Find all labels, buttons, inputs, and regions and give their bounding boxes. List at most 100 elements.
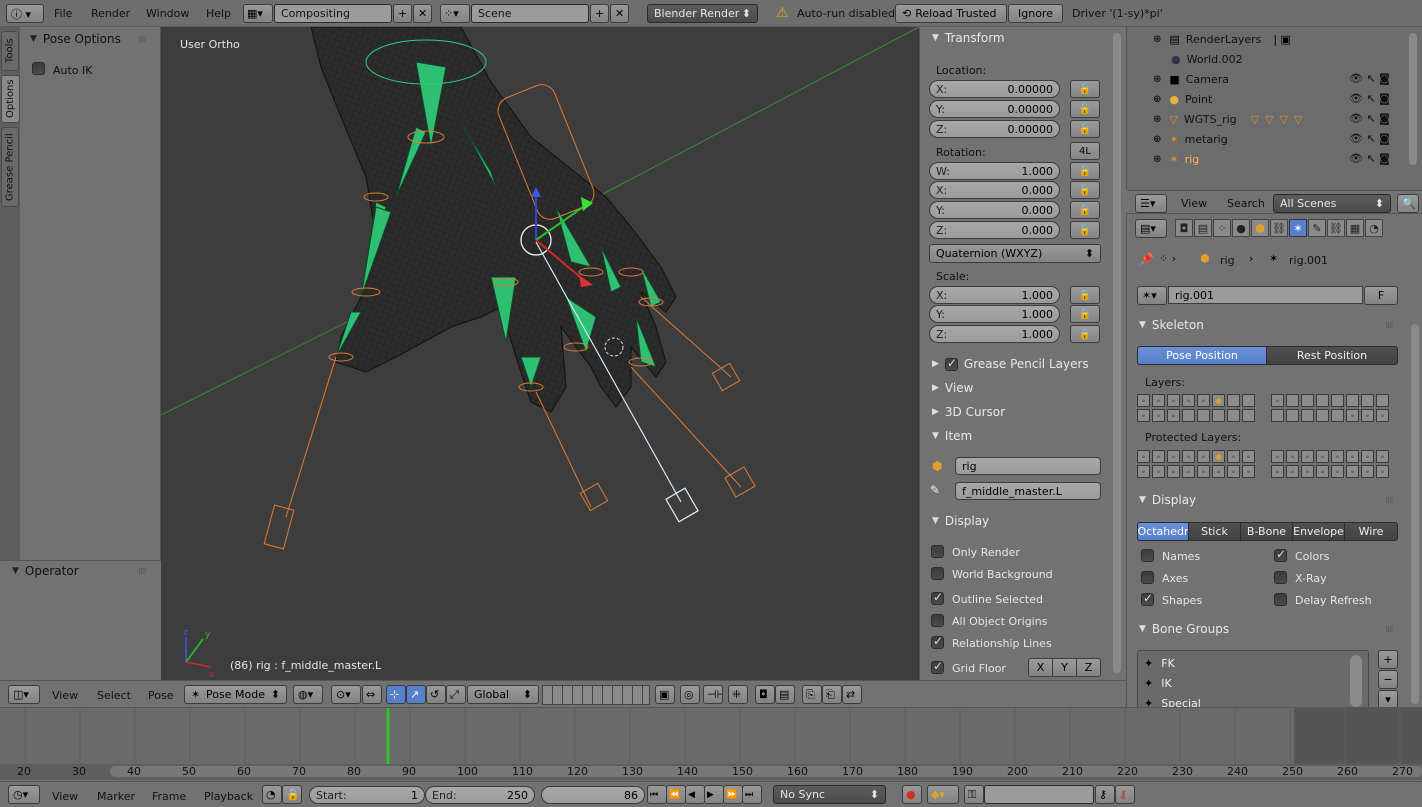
armature-browse-button[interactable]: ✶▾ xyxy=(1137,286,1167,305)
menu-help[interactable]: Help xyxy=(206,7,231,20)
layer-button[interactable] xyxy=(1346,394,1359,407)
outliner-row[interactable]: ● World.002 xyxy=(1127,49,1407,69)
pose-position-button[interactable]: Pose Position xyxy=(1137,346,1267,365)
fake-user-button[interactable]: F xyxy=(1364,286,1398,305)
keying-icon[interactable]: ◆▾ xyxy=(927,785,959,804)
lock-rotation-w-icon[interactable]: 🔓 xyxy=(1070,162,1100,180)
remove-bone-group-button[interactable]: − xyxy=(1378,670,1398,689)
scene-icon[interactable]: ⁘▾ xyxy=(440,4,470,23)
layer-button[interactable]: ∘ xyxy=(1346,409,1359,422)
protected-layer-button[interactable]: ∘ xyxy=(1152,465,1165,478)
layer-button[interactable] xyxy=(1316,409,1329,422)
layer-button[interactable] xyxy=(1331,394,1344,407)
layers-grid[interactable]: ∘ ∘ ∘ ∘ ∘ ● ∘ ∘ ∘ ∘ ∘ ∘ ∘ xyxy=(1137,394,1399,424)
visibility-icons[interactable]: 👁 ↖ ◙ xyxy=(1349,149,1407,169)
layer-button[interactable] xyxy=(1301,409,1314,422)
delete-keyframe-icon[interactable]: ⚷ xyxy=(1115,785,1135,804)
menu-marker[interactable]: Marker xyxy=(97,790,135,803)
protected-layer-button[interactable]: ∘ xyxy=(1316,465,1329,478)
protected-layer-button[interactable]: ∘ xyxy=(1316,450,1329,463)
rest-position-button[interactable]: Rest Position xyxy=(1266,346,1398,365)
properties-scrollbar[interactable] xyxy=(1411,324,1419,704)
rotation-mode-dropdown[interactable]: Quaternion (WXYZ) ⬍ xyxy=(929,244,1101,263)
protected-layer-button[interactable]: ∘ xyxy=(1167,450,1180,463)
grid-axis-y-button[interactable]: Y xyxy=(1052,658,1077,677)
armature-datablock-field[interactable]: rig.001 xyxy=(1168,286,1363,304)
protected-layer-button[interactable]: ∘ xyxy=(1152,450,1165,463)
menu-playback[interactable]: Playback xyxy=(204,790,253,803)
expand-icon[interactable]: ⊕ xyxy=(1153,74,1161,85)
constraints-tab-icon[interactable]: ⛓ xyxy=(1270,219,1288,237)
auto-ik-checkbox[interactable] xyxy=(32,62,45,75)
visibility-icons[interactable]: 👁 ↖ ◙ xyxy=(1349,89,1407,109)
mode-dropdown[interactable]: ✶ Pose Mode ⬍ xyxy=(184,685,287,704)
editor-type-button[interactable]: ▤▾ xyxy=(1135,219,1167,238)
rotation-4l-button[interactable]: 4L xyxy=(1070,142,1100,160)
display-header[interactable]: ▼ Display xyxy=(932,511,989,531)
location-z-field[interactable]: Z: 0.00000 xyxy=(929,120,1060,138)
scene-layers-grid[interactable] xyxy=(542,685,650,705)
panel-grip-icon[interactable]: ⁞⁞⁞⁞ xyxy=(1385,496,1394,506)
protected-layer-button[interactable]: ∘ xyxy=(1331,450,1344,463)
menu-view[interactable]: View xyxy=(52,790,78,803)
rotation-w-field[interactable]: W: 1.000 xyxy=(929,162,1060,180)
layer-button[interactable] xyxy=(1242,409,1255,422)
layer-button[interactable] xyxy=(1301,394,1314,407)
bone-constraint-tab-icon[interactable]: ⛓ xyxy=(1327,219,1345,237)
transform-header[interactable]: ▼ Transform xyxy=(932,28,1005,48)
physics-tab-icon[interactable]: ◔ xyxy=(1365,219,1383,237)
protected-layer-button[interactable]: ● xyxy=(1212,450,1225,463)
operator-header[interactable]: ▼ Operator xyxy=(12,561,79,581)
render-animation-icon[interactable]: ▤ xyxy=(775,685,795,704)
xray-checkbox[interactable] xyxy=(1274,571,1287,584)
object-tab-icon[interactable]: ⬢ xyxy=(1251,219,1269,237)
panel-grip-icon[interactable]: ⁞⁞⁞⁞ xyxy=(138,567,147,577)
axes-checkbox[interactable] xyxy=(1141,571,1154,584)
display-mode-dropdown[interactable]: All Scenes ⬍ xyxy=(1273,194,1391,213)
lock-location-x-icon[interactable]: 🔓 xyxy=(1070,80,1100,98)
scale-y-field[interactable]: Y: 1.000 xyxy=(929,305,1060,323)
layer-button[interactable]: ∘ xyxy=(1152,409,1165,422)
delay-refresh-checkbox[interactable] xyxy=(1274,593,1287,606)
protected-layer-button[interactable]: ∘ xyxy=(1361,450,1374,463)
panel-grip-icon[interactable]: ⁞⁞⁞⁞ xyxy=(1385,321,1394,331)
menu-render[interactable]: Render xyxy=(91,7,130,20)
protected-layer-button[interactable]: ∘ xyxy=(1242,450,1255,463)
ignore-button[interactable]: Ignore xyxy=(1008,4,1063,23)
add-bone-group-button[interactable]: + xyxy=(1378,650,1398,669)
tab-grease-pencil[interactable]: Grease Pencil xyxy=(1,127,19,207)
protected-layer-button[interactable]: ∘ xyxy=(1346,465,1359,478)
panel-grip-icon[interactable]: ⁞⁞⁞⁞ xyxy=(138,35,147,45)
layer-button[interactable]: ∘ xyxy=(1271,394,1284,407)
grease-pencil-layers-header[interactable]: ▶ Grease Pencil Layers xyxy=(932,354,1089,374)
rotate-manipulator-icon[interactable]: ↺ xyxy=(426,685,446,704)
layer-button[interactable] xyxy=(1182,409,1195,422)
screen-layout-icon[interactable]: ▦▾ xyxy=(243,4,273,23)
insert-keyframe-icon[interactable]: ⚷ xyxy=(1095,785,1115,804)
shapes-checkbox[interactable] xyxy=(1141,591,1154,606)
display-envelope-button[interactable]: Envelope xyxy=(1292,522,1345,541)
layer-button[interactable] xyxy=(1227,394,1240,407)
protected-layer-button[interactable]: ∘ xyxy=(1301,465,1314,478)
render-tab-icon[interactable]: ◘ xyxy=(1175,219,1193,237)
layer-button[interactable] xyxy=(1212,409,1225,422)
jump-start-icon[interactable]: ⏮ xyxy=(647,785,667,804)
panel-grip-icon[interactable]: ⁞⁞⁞⁞ xyxy=(1385,625,1394,635)
jump-keyframe-back-icon[interactable]: ⏪ xyxy=(666,785,686,804)
only-render-checkbox[interactable] xyxy=(931,545,944,558)
editor-type-button[interactable]: ☰▾ xyxy=(1135,194,1167,213)
info-editor-type-button[interactable]: ⓘ ▾ xyxy=(6,4,44,23)
layer-button[interactable]: ∘ xyxy=(1137,394,1150,407)
protected-layer-button[interactable]: ∘ xyxy=(1182,450,1195,463)
lock-scale-z-icon[interactable]: 🔒 xyxy=(1070,325,1100,343)
layer-button[interactable] xyxy=(1227,409,1240,422)
display-wire-button[interactable]: Wire xyxy=(1344,522,1398,541)
lock-rotation-x-icon[interactable]: 🔓 xyxy=(1070,181,1100,199)
screen-layout-field[interactable]: Compositing xyxy=(274,4,392,23)
visibility-icons[interactable]: 👁 ↖ ◙ xyxy=(1349,129,1407,149)
paste-flipped-pose-icon[interactable]: ⇄ xyxy=(842,685,862,704)
protected-layer-button[interactable]: ∘ xyxy=(1242,465,1255,478)
protected-layers-grid[interactable]: ∘ ∘ ∘ ∘ ∘ ● ∘ ∘ ∘ ∘ ∘ ∘ ∘ ∘ ∘ ∘ ∘ ∘ ∘ ∘ ∘ ∘ ∘ ∘ ∘ ∘ ∘ ∘ ∘ ∘ ∘ ∘ xyxy=(1137,450,1399,480)
names-checkbox[interactable] xyxy=(1141,549,1154,562)
protected-layer-button[interactable]: ∘ xyxy=(1346,450,1359,463)
